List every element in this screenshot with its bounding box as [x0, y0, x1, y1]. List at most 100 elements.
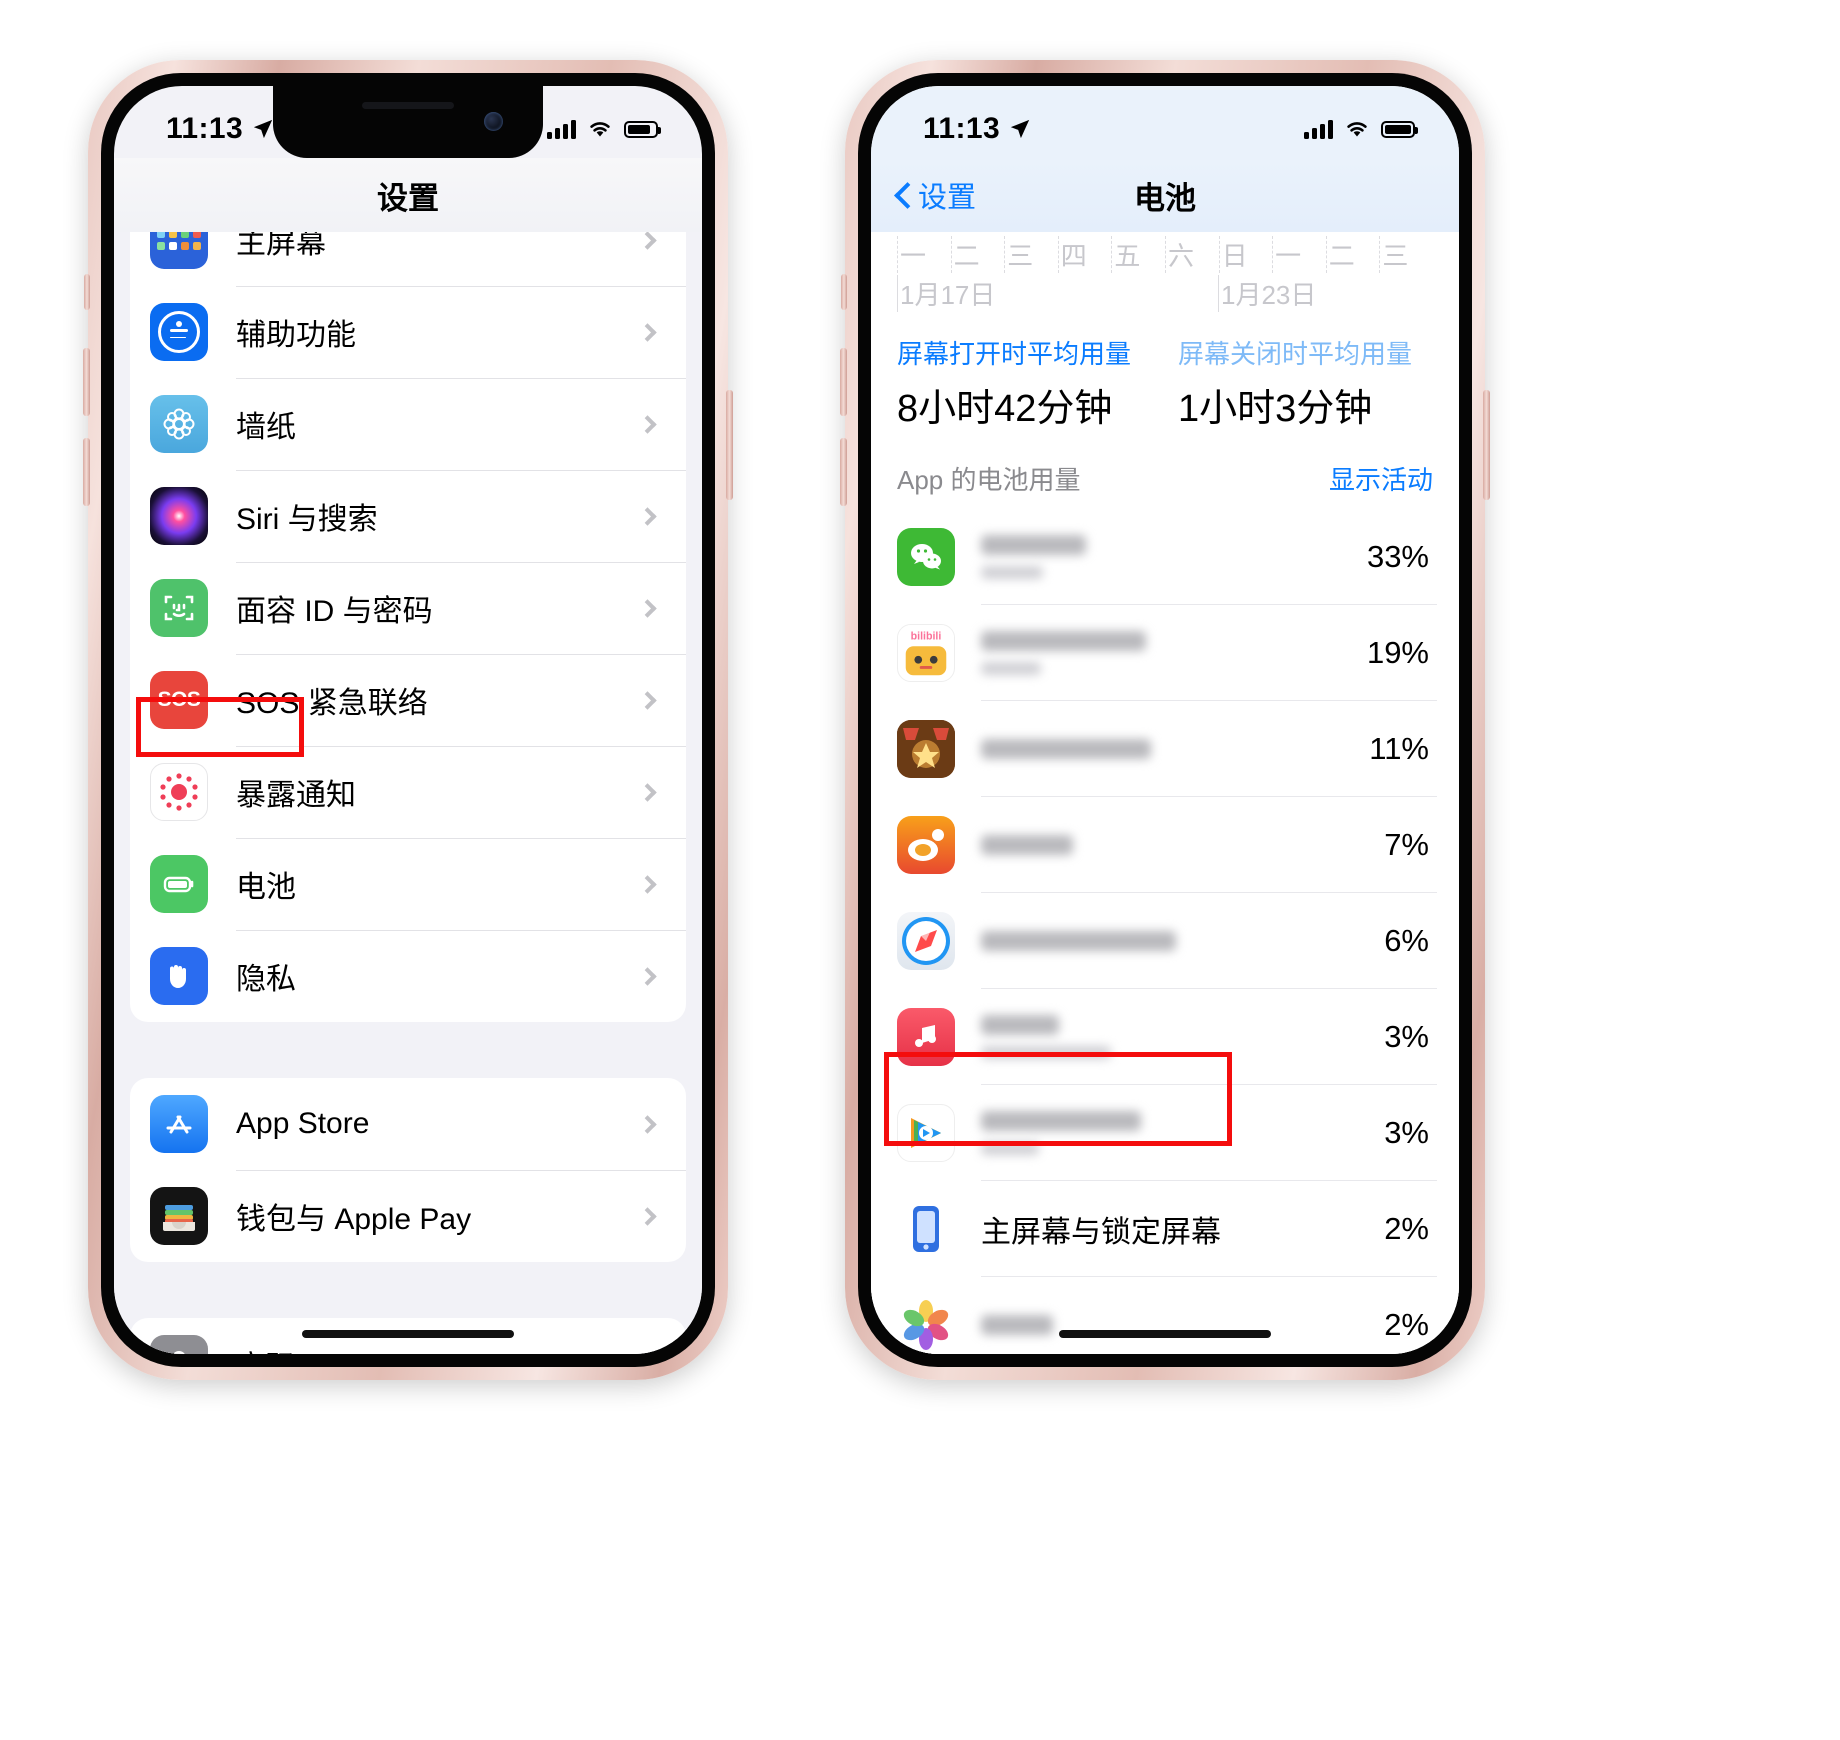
- left-phone-device: 11:13 设置 主屏幕 辅助功能 墙纸 Siri 与搜索 面容 ID 与密码 …: [83, 60, 733, 1380]
- tencent-video-icon: [897, 1104, 955, 1162]
- chevron-right-icon: [638, 322, 657, 342]
- right-phone-bezel: 11:13 设置 电池 一 二 三 四 五 六 日 一 二 三 1月17日 1月…: [858, 73, 1472, 1367]
- volume-up-button[interactable]: [840, 348, 847, 416]
- home-and-lock-screen-icon: [897, 1200, 955, 1258]
- volume-down-button[interactable]: [83, 438, 90, 506]
- chevron-right-icon: [638, 598, 657, 618]
- sidebar-item-label: 辅助功能: [236, 319, 356, 352]
- app-name-blurred: [981, 535, 1367, 579]
- sidebar-item-exposure-notifications[interactable]: 暴露通知: [130, 746, 686, 838]
- table-row[interactable]: bilibili 19%: [871, 605, 1459, 701]
- privacy-hand-icon: [150, 947, 208, 1005]
- chevron-right-icon: [638, 782, 657, 802]
- sidebar-item-privacy[interactable]: 隐私: [130, 930, 686, 1022]
- table-row[interactable]: 3%: [871, 1085, 1459, 1181]
- sidebar-item-label: 钱包与 Apple Pay: [236, 1203, 472, 1236]
- chevron-right-icon: [638, 1206, 657, 1226]
- week-end-date: 1月23日: [1218, 275, 1433, 312]
- week-day: 三: [1379, 236, 1433, 273]
- cellular-bars-icon: [1304, 119, 1333, 139]
- cellular-bars-icon: [547, 119, 576, 139]
- chevron-right-icon: [638, 506, 657, 526]
- chevron-right-icon: [638, 414, 657, 434]
- wallpaper-icon: [150, 395, 208, 453]
- silent-switch[interactable]: [841, 274, 847, 310]
- week-day: 三: [1004, 236, 1058, 273]
- battery-scroll[interactable]: 一 二 三 四 五 六 日 一 二 三 1月17日 1月23日 屏幕打开时平均用…: [871, 232, 1459, 1354]
- chevron-right-icon: [638, 1114, 657, 1134]
- back-button[interactable]: 设置: [895, 174, 976, 216]
- average-screen-on: 屏幕打开时平均用量 8小时42分钟: [897, 334, 1152, 432]
- power-button[interactable]: [1483, 390, 1490, 500]
- week-axis: 一 二 三 四 五 六 日 一 二 三 1月17日 1月23日: [871, 232, 1459, 312]
- battery-percent: 3%: [1384, 1019, 1429, 1054]
- table-row[interactable]: 7%: [871, 797, 1459, 893]
- chevron-left-icon: [895, 183, 909, 207]
- sidebar-item-label: 隐私: [236, 963, 296, 996]
- chevron-right-icon: [638, 690, 657, 710]
- table-row[interactable]: 6%: [871, 893, 1459, 989]
- silent-switch[interactable]: [84, 274, 90, 310]
- table-row[interactable]: 2%: [871, 1277, 1459, 1354]
- honor-of-kings-icon: [897, 720, 955, 778]
- page-title: 设置: [377, 180, 439, 216]
- status-indicators: [1304, 119, 1418, 139]
- table-row[interactable]: 33%: [871, 509, 1459, 605]
- sidebar-item-siri-search[interactable]: Siri 与搜索: [130, 470, 686, 562]
- section-title: App 的电池用量: [897, 465, 1081, 495]
- week-day: 一: [1272, 236, 1326, 273]
- status-time-group: 11:13: [166, 112, 274, 146]
- wifi-icon: [590, 122, 610, 137]
- chevron-right-icon: [638, 874, 657, 894]
- week-day: 二: [950, 236, 1005, 273]
- sidebar-item-label: 电池: [236, 871, 296, 904]
- week-date-labels: 1月17日 1月23日: [897, 275, 1433, 312]
- right-phone-device: 11:13 设置 电池 一 二 三 四 五 六 日 一 二 三 1月17日 1月…: [840, 60, 1490, 1380]
- home-indicator[interactable]: [302, 1330, 514, 1338]
- sidebar-item-face-id-passcode[interactable]: 面容 ID 与密码: [130, 562, 686, 654]
- sidebar-item-label: 密码: [236, 1342, 641, 1354]
- volume-down-button[interactable]: [840, 438, 847, 506]
- home-indicator[interactable]: [1059, 1330, 1271, 1338]
- sidebar-item-emergency-sos[interactable]: SOS SOS 紧急联络: [130, 654, 686, 746]
- chevron-right-icon: [638, 966, 657, 986]
- sidebar-item-wallet-apple-pay[interactable]: 钱包与 Apple Pay: [130, 1170, 686, 1262]
- sidebar-item-app-store[interactable]: App Store: [130, 1078, 686, 1170]
- screenshot-canvas: 11:13 设置 主屏幕 辅助功能 墙纸 Siri 与搜索 面容 ID 与密码 …: [0, 0, 1840, 1740]
- week-day: 一: [897, 236, 951, 273]
- sidebar-item-battery[interactable]: 电池: [130, 838, 686, 930]
- table-row[interactable]: 11%: [871, 701, 1459, 797]
- wechat-icon: [897, 528, 955, 586]
- power-button[interactable]: [726, 390, 733, 500]
- sidebar-item-label: Siri 与搜索: [236, 503, 378, 536]
- battery-icon: [624, 120, 661, 138]
- battery-percent: 6%: [1384, 923, 1429, 958]
- show-activity-button[interactable]: 显示活动: [1329, 460, 1433, 497]
- app-usage-section-header: App 的电池用量 显示活动: [871, 432, 1459, 509]
- volume-up-button[interactable]: [83, 348, 90, 416]
- week-day: 六: [1164, 236, 1219, 273]
- sidebar-item-label: 墙纸: [236, 411, 296, 444]
- sidebar-item-wallpaper[interactable]: 墙纸: [130, 378, 686, 470]
- sidebar-item-accessibility[interactable]: 辅助功能: [130, 286, 686, 378]
- app-name-blurred: [981, 835, 1384, 855]
- settings-list-scroll[interactable]: 主屏幕 辅助功能 墙纸 Siri 与搜索 面容 ID 与密码 SOS SOS 紧…: [114, 232, 702, 1354]
- table-row[interactable]: 3%: [871, 989, 1459, 1085]
- battery-percent: 19%: [1366, 635, 1429, 670]
- table-row-home-and-lock-screen[interactable]: 主屏幕与锁定屏幕 2%: [871, 1181, 1459, 1277]
- app-name: 主屏幕与锁定屏幕: [981, 1216, 1221, 1249]
- status-indicators: [547, 119, 661, 139]
- app-name-blurred: [981, 1015, 1384, 1059]
- battery-screen: 11:13 设置 电池 一 二 三 四 五 六 日 一 二 三 1月17日 1月…: [871, 86, 1459, 1354]
- apple-music-icon: [897, 1008, 955, 1066]
- sidebar-item-label: 主屏幕: [236, 232, 326, 260]
- face-id-icon: [150, 579, 208, 637]
- chevron-right-icon: [638, 232, 657, 250]
- status-bar: 11:13: [871, 86, 1459, 158]
- accessibility-icon: [150, 303, 208, 361]
- app-name-blurred: [981, 631, 1367, 675]
- sidebar-item-home-screen[interactable]: 主屏幕: [130, 232, 686, 286]
- weibo-icon: [897, 816, 955, 874]
